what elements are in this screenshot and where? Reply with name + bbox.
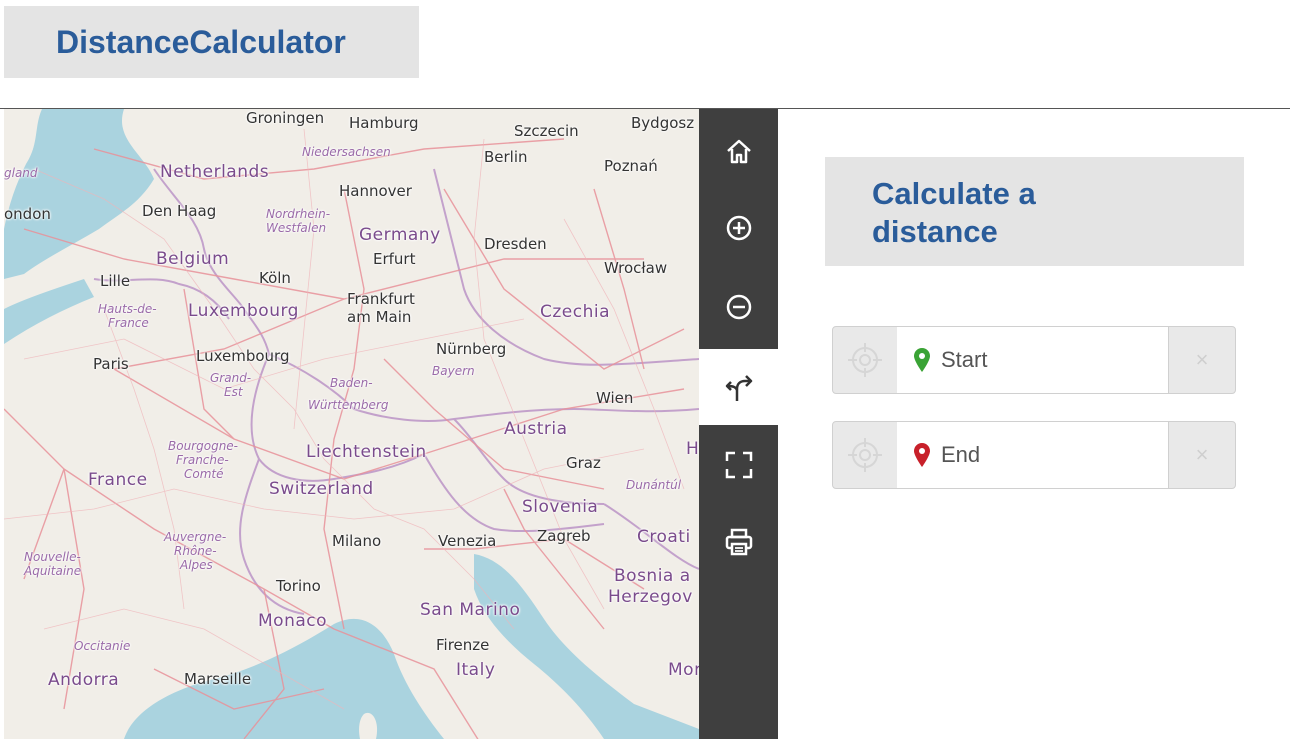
locate-end-button[interactable]	[833, 422, 897, 488]
home-icon	[726, 139, 751, 164]
map-label-niedersachsen: Niedersachsen	[302, 145, 391, 159]
zoom-out-button[interactable]	[699, 269, 778, 345]
map-label-hamburg: Hamburg	[349, 114, 419, 132]
map-label-czechia: Czechia	[540, 302, 611, 322]
crosshair-icon	[848, 438, 882, 472]
map-label-switzerland: Switzerland	[269, 479, 374, 499]
end-field-wrap	[897, 422, 1168, 488]
map-label-frankfurt-1: Frankfurt	[347, 290, 415, 308]
map-label-groningen: Groningen	[246, 109, 325, 127]
map-label-marseille: Marseille	[184, 670, 252, 688]
map-label-ara-3: Alpes	[180, 558, 213, 572]
end-input[interactable]	[939, 441, 1143, 469]
map-label-bfc-1: Bourgogne-	[168, 439, 239, 453]
map-label-mor: Mor	[668, 660, 699, 680]
zoom-in-icon	[726, 215, 751, 241]
start-field-wrap	[897, 327, 1168, 393]
map-label-bfc-3: Comté	[184, 467, 224, 481]
map-label-luxembourg-city: Luxembourg	[196, 347, 290, 365]
map-label-nurnberg: Nürnberg	[436, 340, 507, 358]
map-label-bayern: Bayern	[432, 364, 475, 378]
map-label-nrw-2: Westfalen	[266, 221, 327, 235]
map-label-bfc-2: Franche-	[176, 453, 229, 467]
map-label-firenze: Firenze	[436, 636, 490, 654]
map-label-hdf-1: Hauts-de-	[98, 302, 157, 316]
map-label-luxembourg-country: Luxembourg	[188, 301, 299, 321]
clear-start-button[interactable]: ×	[1168, 327, 1235, 393]
map-label-na-2: Aquitaine	[24, 564, 82, 578]
map-label-h-1: H	[686, 439, 699, 459]
map-label-erfurt: Erfurt	[373, 250, 416, 268]
map-label-grandest-2: Est	[224, 385, 243, 399]
map-label-england: gland	[4, 166, 38, 180]
map-label-san-marino: San Marino	[420, 600, 521, 620]
map-label-na-1: Nouvelle-	[24, 550, 81, 564]
map-label-slovenia: Slovenia	[522, 497, 599, 517]
locate-start-button[interactable]	[833, 327, 897, 393]
map-label-den-haag: Den Haag	[142, 202, 217, 220]
map-label-monaco: Monaco	[258, 611, 328, 631]
map-label-ara-1: Auvergne-	[164, 530, 227, 544]
map-label-italy: Italy	[456, 660, 496, 680]
map-label-venezia: Venezia	[438, 532, 497, 550]
map-label-zagreb: Zagreb	[537, 527, 591, 545]
app-title: DistanceCalculator	[56, 23, 346, 60]
map-label-nrw-1: Nordrhein-	[266, 207, 331, 221]
map-label-netherlands: Netherlands	[160, 162, 270, 182]
map-label-austria: Austria	[504, 419, 568, 439]
map-label-hdf-2: France	[108, 316, 149, 330]
map-label-bw-2: Württemberg	[308, 398, 389, 412]
map-label-paris: Paris	[93, 355, 129, 373]
map-label-liechtenstein: Liechtenstein	[306, 442, 427, 462]
map-label-poznan: Poznań	[604, 157, 658, 175]
map-label-berlin: Berlin	[484, 148, 528, 166]
map-label-frankfurt-2: am Main	[347, 308, 412, 326]
zoom-out-icon	[726, 294, 751, 320]
map-label-wien: Wien	[596, 389, 634, 407]
zoom-in-button[interactable]	[699, 190, 778, 266]
map-label-london: ondon	[4, 205, 51, 223]
map-label-lille: Lille	[100, 272, 131, 290]
map-label-koln: Köln	[259, 269, 291, 287]
map-view[interactable]: Groningen Hamburg Szczecin Bydgosz Niede…	[4, 109, 699, 739]
map-label-graz: Graz	[566, 454, 601, 472]
panel-title: Calculate a distance	[872, 176, 1036, 249]
end-marker-icon	[914, 443, 930, 467]
map-label-bosnia-1: Bosnia a	[614, 566, 691, 586]
route-icon	[725, 375, 752, 401]
map-label-szczecin: Szczecin	[514, 122, 579, 140]
start-input[interactable]	[939, 346, 1143, 374]
app-header: DistanceCalculator	[4, 6, 419, 78]
map-label-france: France	[88, 470, 148, 490]
map-toolbar	[699, 109, 778, 739]
start-row: ×	[832, 326, 1236, 394]
map-label-croatia: Croati	[637, 527, 691, 547]
map-label-ara-2: Rhône-	[174, 544, 217, 558]
end-row: ×	[832, 421, 1236, 489]
print-button[interactable]	[699, 504, 778, 580]
map-label-dresden: Dresden	[484, 235, 547, 253]
fullscreen-button[interactable]	[699, 427, 778, 503]
map-label-grandest-1: Grand-	[210, 371, 252, 385]
map-label-belgium: Belgium	[156, 249, 230, 269]
home-button[interactable]	[699, 113, 778, 189]
map-label-occitanie: Occitanie	[74, 639, 131, 653]
map-label-hannover: Hannover	[339, 182, 412, 200]
map-label-dunantul: Dunántúl	[626, 478, 682, 492]
map-label-andorra: Andorra	[48, 670, 120, 690]
start-marker-icon	[914, 348, 930, 372]
map-label-bosnia-2: Herzegov	[608, 587, 693, 607]
map-label-bydgoszcz: Bydgosz	[631, 114, 695, 132]
clear-end-button[interactable]: ×	[1168, 422, 1235, 488]
route-button[interactable]	[699, 349, 778, 425]
crosshair-icon	[848, 343, 882, 377]
map-label-milano: Milano	[332, 532, 382, 550]
map-label-germany: Germany	[359, 225, 441, 245]
print-icon	[725, 528, 752, 556]
fullscreen-icon	[725, 451, 752, 479]
map-label-bw-1: Baden-	[330, 376, 373, 390]
map-label-wroclaw: Wrocław	[604, 259, 668, 277]
panel-header: Calculate a distance	[825, 157, 1244, 266]
map-label-torino: Torino	[276, 577, 321, 595]
